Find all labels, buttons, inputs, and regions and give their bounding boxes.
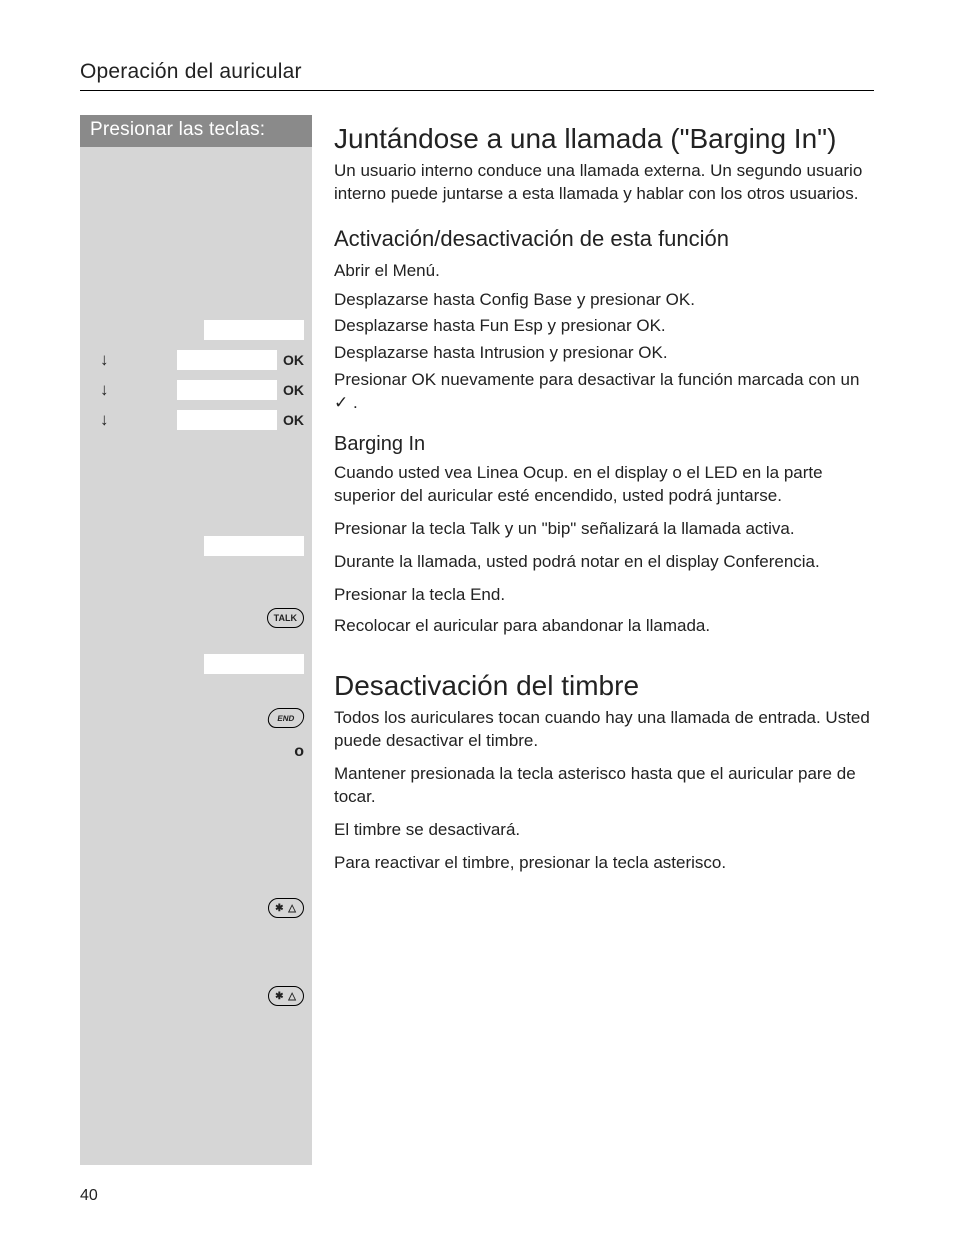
key-column-header: Presionar las teclas: xyxy=(80,115,312,147)
heading-barging: Juntándose a una llamada ("Barging In") xyxy=(334,121,874,156)
paragraph: El timbre se desactivará. xyxy=(334,819,874,842)
page-number: 40 xyxy=(80,1187,98,1205)
paragraph: Presionar la tecla End. xyxy=(334,584,874,607)
heading-activation: Activación/desactivación de esta función xyxy=(334,224,874,254)
paragraph: Presionar OK nuevamente para desactivar … xyxy=(334,369,874,415)
menu-placeholder xyxy=(177,350,277,370)
menu-placeholder xyxy=(177,380,277,400)
key-column: Presionar las teclas: ↓ OK ↓ OK ↓ xyxy=(80,115,312,1165)
heading-ringer-off: Desactivación del timbre xyxy=(334,668,874,703)
asterisk-key-icon: ✱ △ xyxy=(268,986,304,1006)
key-row-linea-ocup xyxy=(80,533,304,559)
heading-barging-in: Barging In xyxy=(334,431,874,458)
key-row-talk: TALK xyxy=(80,605,304,631)
menu-placeholder xyxy=(204,536,304,556)
paragraph: Cuando usted vea Linea Ocup. en el displ… xyxy=(334,462,874,508)
manual-page: Operación del auricular Presionar las te… xyxy=(0,0,954,1235)
two-column-layout: Presionar las teclas: ↓ OK ↓ OK ↓ xyxy=(80,115,874,1165)
ok-label: OK xyxy=(283,352,304,368)
key-row-o: o xyxy=(80,739,304,765)
menu-placeholder xyxy=(204,654,304,674)
talk-key-icon: TALK xyxy=(267,608,304,628)
key-row-end: END xyxy=(80,705,304,731)
paragraph: Presionar la tecla Talk y un "bip" señal… xyxy=(334,518,874,541)
paragraph: Durante la llamada, usted podrá notar en… xyxy=(334,551,874,574)
paragraph: Todos los auriculares tocan cuando hay u… xyxy=(334,707,874,753)
running-header: Operación del auricular xyxy=(80,60,874,91)
paragraph: Un usuario interno conduce una llamada e… xyxy=(334,160,874,206)
key-row-intrusion: ↓ OK xyxy=(80,407,304,433)
key-row-conferencia xyxy=(80,651,304,677)
menu-placeholder xyxy=(177,410,277,430)
content-column: Juntándose a una llamada ("Barging In") … xyxy=(312,115,874,1165)
paragraph: Recolocar el auricular para abandonar la… xyxy=(334,615,874,638)
paragraph: Mantener presionada la tecla asterisco h… xyxy=(334,763,874,809)
key-row-fun-esp: ↓ OK xyxy=(80,377,304,403)
paragraph: Desplazarse hasta Intrusion y presionar … xyxy=(334,342,874,365)
key-row-menu xyxy=(80,317,304,343)
ok-label: OK xyxy=(283,382,304,398)
ok-label: OK xyxy=(283,412,304,428)
key-row-config-base: ↓ OK xyxy=(80,347,304,373)
down-arrow-icon: ↓ xyxy=(100,380,109,400)
down-arrow-icon: ↓ xyxy=(100,410,109,430)
paragraph: Desplazarse hasta Fun Esp y presionar OK… xyxy=(334,315,874,338)
paragraph: Desplazarse hasta Config Base y presiona… xyxy=(334,289,874,312)
end-key-icon: END xyxy=(266,708,306,728)
menu-placeholder xyxy=(204,320,304,340)
key-row-star-hold: ✱ △ xyxy=(80,895,304,921)
paragraph: Para reactivar el timbre, presionar la t… xyxy=(334,852,874,875)
paragraph: Abrir el Menú. xyxy=(334,260,874,283)
asterisk-key-icon: ✱ △ xyxy=(268,898,304,918)
down-arrow-icon: ↓ xyxy=(100,350,109,370)
or-label: o xyxy=(294,743,304,761)
key-row-star-press: ✱ △ xyxy=(80,983,304,1009)
